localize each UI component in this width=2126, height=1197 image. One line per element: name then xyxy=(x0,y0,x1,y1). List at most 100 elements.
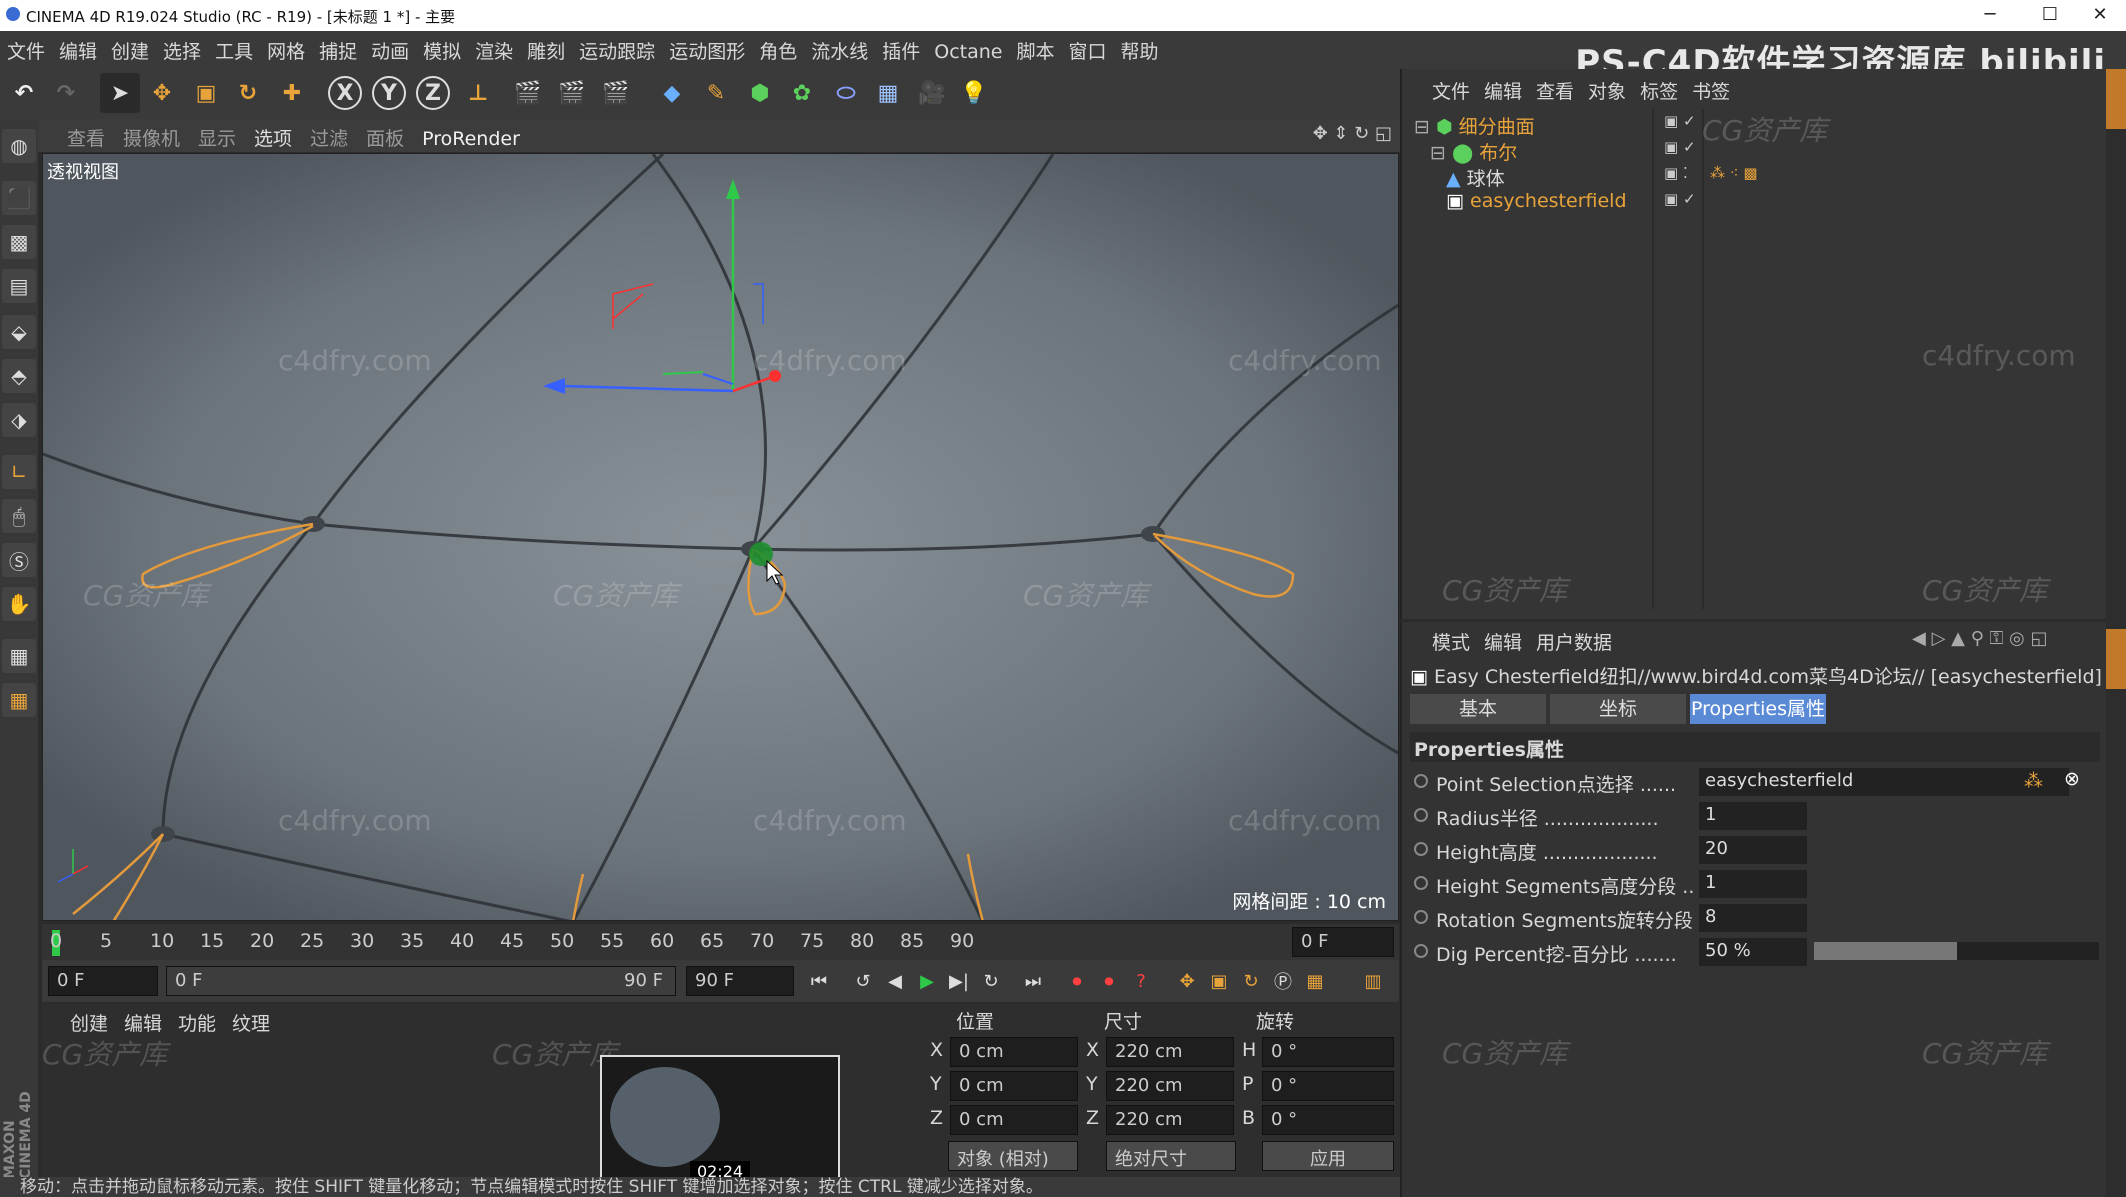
material-menu-edit[interactable]: 编辑 xyxy=(124,1013,162,1035)
texture-mode-icon[interactable]: ▩ xyxy=(2,225,36,259)
attribute-menu-mode[interactable]: 模式 xyxy=(1432,632,1470,654)
cloner-icon[interactable]: ✿ xyxy=(782,73,822,113)
scale-tool-icon[interactable]: ▣ xyxy=(186,73,226,113)
size-x-field[interactable]: 220 cm xyxy=(1106,1037,1234,1067)
material-menu-function[interactable]: 功能 xyxy=(178,1013,216,1035)
perspective-viewport[interactable]: 透视视图 网格间距 : 10 cm c4dfry.com c4dfry.com … xyxy=(42,153,1399,921)
tree-row-sphere[interactable]: ▲ 球体 ▣ ⁚ ⁂ ⁖ ▩ xyxy=(1446,164,2104,190)
next-key-icon[interactable]: ↻ xyxy=(976,966,1006,996)
viewport-menu-prorender[interactable]: ProRender xyxy=(413,123,529,155)
rotation-p-field[interactable]: 0 ° xyxy=(1262,1071,1394,1101)
menu-tools[interactable]: 工具 xyxy=(208,31,260,70)
point-selection-link-field[interactable]: easychesterfield xyxy=(1699,768,2069,796)
object-menu-objects[interactable]: 对象 xyxy=(1588,81,1626,103)
add-tool-icon[interactable]: ✚ xyxy=(272,73,312,113)
viewport-menu-display[interactable]: 显示 xyxy=(189,119,245,156)
object-menu-edit[interactable]: 编辑 xyxy=(1484,81,1522,103)
viewport-menu-panel[interactable]: 面板 xyxy=(357,119,413,156)
size-y-field[interactable]: 220 cm xyxy=(1106,1071,1234,1101)
tab-properties[interactable]: Properties属性 xyxy=(1690,694,1826,724)
menu-plugins[interactable]: 插件 xyxy=(875,31,927,70)
key-position-icon[interactable]: ✥ xyxy=(1172,966,1202,996)
tab-coordinates[interactable]: 坐标 xyxy=(1550,694,1686,724)
height-segments-field[interactable]: 1 xyxy=(1699,870,1807,898)
subdivision-icon[interactable]: ⬢ xyxy=(740,73,780,113)
menu-help[interactable]: 帮助 xyxy=(1114,31,1166,70)
pen-spline-icon[interactable]: ✎ xyxy=(696,73,736,113)
menu-edit[interactable]: 编辑 xyxy=(52,31,104,70)
key-pla-icon[interactable]: ▦ xyxy=(1300,966,1330,996)
tag-icons[interactable]: ⁂ ⁖ ▩ xyxy=(1710,164,1758,182)
radius-field[interactable]: 1 xyxy=(1699,802,1807,830)
cube-object-icon[interactable]: ◆ xyxy=(652,73,692,113)
dig-percent-field[interactable]: 50 % xyxy=(1699,938,1807,966)
dig-percent-slider[interactable] xyxy=(1814,942,2099,960)
render-view-icon[interactable]: 🎬 xyxy=(508,73,548,113)
animate-dot[interactable] xyxy=(1414,910,1428,924)
animate-dot[interactable] xyxy=(1414,876,1428,890)
position-y-field[interactable]: 0 cm xyxy=(950,1071,1078,1101)
workplane-icon[interactable]: ▤ xyxy=(2,269,36,303)
menu-octane[interactable]: Octane xyxy=(927,35,1009,69)
timeline-ruler[interactable]: 0 F 0 5 10 15 20 25 30 35 40 45 50 55 60 65 70 75 80 85 90 xyxy=(42,924,1399,960)
object-menu-bookmarks[interactable]: 书签 xyxy=(1692,81,1730,103)
size-z-field[interactable]: 220 cm xyxy=(1106,1105,1234,1135)
dock-tab-attributes[interactable] xyxy=(2106,629,2126,689)
tree-row-easychesterfield[interactable]: ▣ easychesterfield ▣ ✓ xyxy=(1446,190,2104,216)
visibility-toggle[interactable]: ▣ ✓ xyxy=(1664,112,1696,130)
z-axis-lock[interactable]: Z xyxy=(416,76,450,110)
autokey-icon[interactable]: ⏺ xyxy=(1094,966,1124,996)
object-menu-tags[interactable]: 标签 xyxy=(1640,81,1678,103)
key-scale-icon[interactable]: ▣ xyxy=(1204,966,1234,996)
move-tool-icon[interactable]: ✥ xyxy=(142,73,182,113)
dock-tab-objects[interactable] xyxy=(2106,69,2126,129)
animate-dot[interactable] xyxy=(1414,842,1428,856)
viewport-nav-icons[interactable]: ✥ ⇕ ↻ ◱ xyxy=(1313,123,1392,144)
viewport-menu-filter[interactable]: 过滤 xyxy=(301,119,357,156)
edges-mode-icon[interactable]: ⬘ xyxy=(2,359,36,393)
camera-icon[interactable]: 🎥 xyxy=(912,73,952,113)
menu-mesh[interactable]: 网格 xyxy=(260,31,312,70)
current-frame-field[interactable]: 0 F xyxy=(1292,927,1394,957)
object-name[interactable]: 球体 xyxy=(1467,168,1505,190)
video-preview-thumbnail[interactable]: 02:24 xyxy=(600,1055,840,1185)
attribute-menu-edit[interactable]: 编辑 xyxy=(1484,632,1522,654)
position-z-field[interactable]: 0 cm xyxy=(950,1105,1078,1135)
model-mode-icon[interactable]: ⬛ xyxy=(2,181,36,215)
attribute-nav-icons[interactable]: ◀ ▷ ▲ ⚲ ⚿ ◎ ◱ xyxy=(1912,628,2047,649)
menu-mograph[interactable]: 运动图形 xyxy=(662,31,752,70)
object-menu-view[interactable]: 查看 xyxy=(1536,81,1574,103)
object-menu-file[interactable]: 文件 xyxy=(1432,81,1470,103)
menu-animate[interactable]: 动画 xyxy=(364,31,416,70)
select-tool-icon[interactable]: ➤ xyxy=(100,73,140,113)
position-x-field[interactable]: 0 cm xyxy=(950,1037,1078,1067)
menu-sculpt[interactable]: 雕刻 xyxy=(520,31,572,70)
animate-dot[interactable] xyxy=(1414,774,1428,788)
previous-frame-icon[interactable]: ◀ xyxy=(880,966,910,996)
height-field[interactable]: 20 xyxy=(1699,836,1807,864)
size-mode-dropdown[interactable]: 绝对尺寸 xyxy=(1106,1141,1236,1171)
goto-end-icon[interactable]: ⏭ xyxy=(1018,966,1048,996)
rotation-h-field[interactable]: 0 ° xyxy=(1262,1037,1394,1067)
material-menu-create[interactable]: 创建 xyxy=(70,1013,108,1035)
menu-file[interactable]: 文件 xyxy=(0,31,52,70)
make-editable-icon[interactable]: ◍ xyxy=(2,129,36,163)
apply-button[interactable]: 应用 xyxy=(1262,1141,1394,1171)
render-settings-icon[interactable]: 🎬 xyxy=(596,73,636,113)
menu-motion-tracker[interactable]: 运动跟踪 xyxy=(572,31,662,70)
menu-select[interactable]: 选择 xyxy=(156,31,208,70)
start-frame-field[interactable]: 0 F xyxy=(48,966,158,996)
undo-icon[interactable]: ↶ xyxy=(4,73,44,113)
axis-mode-icon[interactable]: ∟ xyxy=(2,455,36,489)
lock-workplane-icon[interactable]: ▦ xyxy=(2,639,36,673)
attribute-menu-userdata[interactable]: 用户数据 xyxy=(1536,632,1612,654)
clear-link-icon[interactable]: ⊗ xyxy=(2064,768,2080,790)
visibility-toggle[interactable]: ▣ ✓ xyxy=(1664,190,1696,208)
visibility-toggle[interactable]: ▣ ⁚ xyxy=(1664,164,1688,182)
play-icon[interactable]: ▶ xyxy=(912,966,942,996)
deformer-icon[interactable]: ⬭ xyxy=(826,73,866,113)
render-picture-viewer-icon[interactable]: 🎬 xyxy=(552,73,592,113)
object-name[interactable]: 细分曲面 xyxy=(1459,116,1535,138)
x-axis-lock[interactable]: X xyxy=(328,76,362,110)
timeline-window-icon[interactable]: ▥ xyxy=(1358,966,1388,996)
